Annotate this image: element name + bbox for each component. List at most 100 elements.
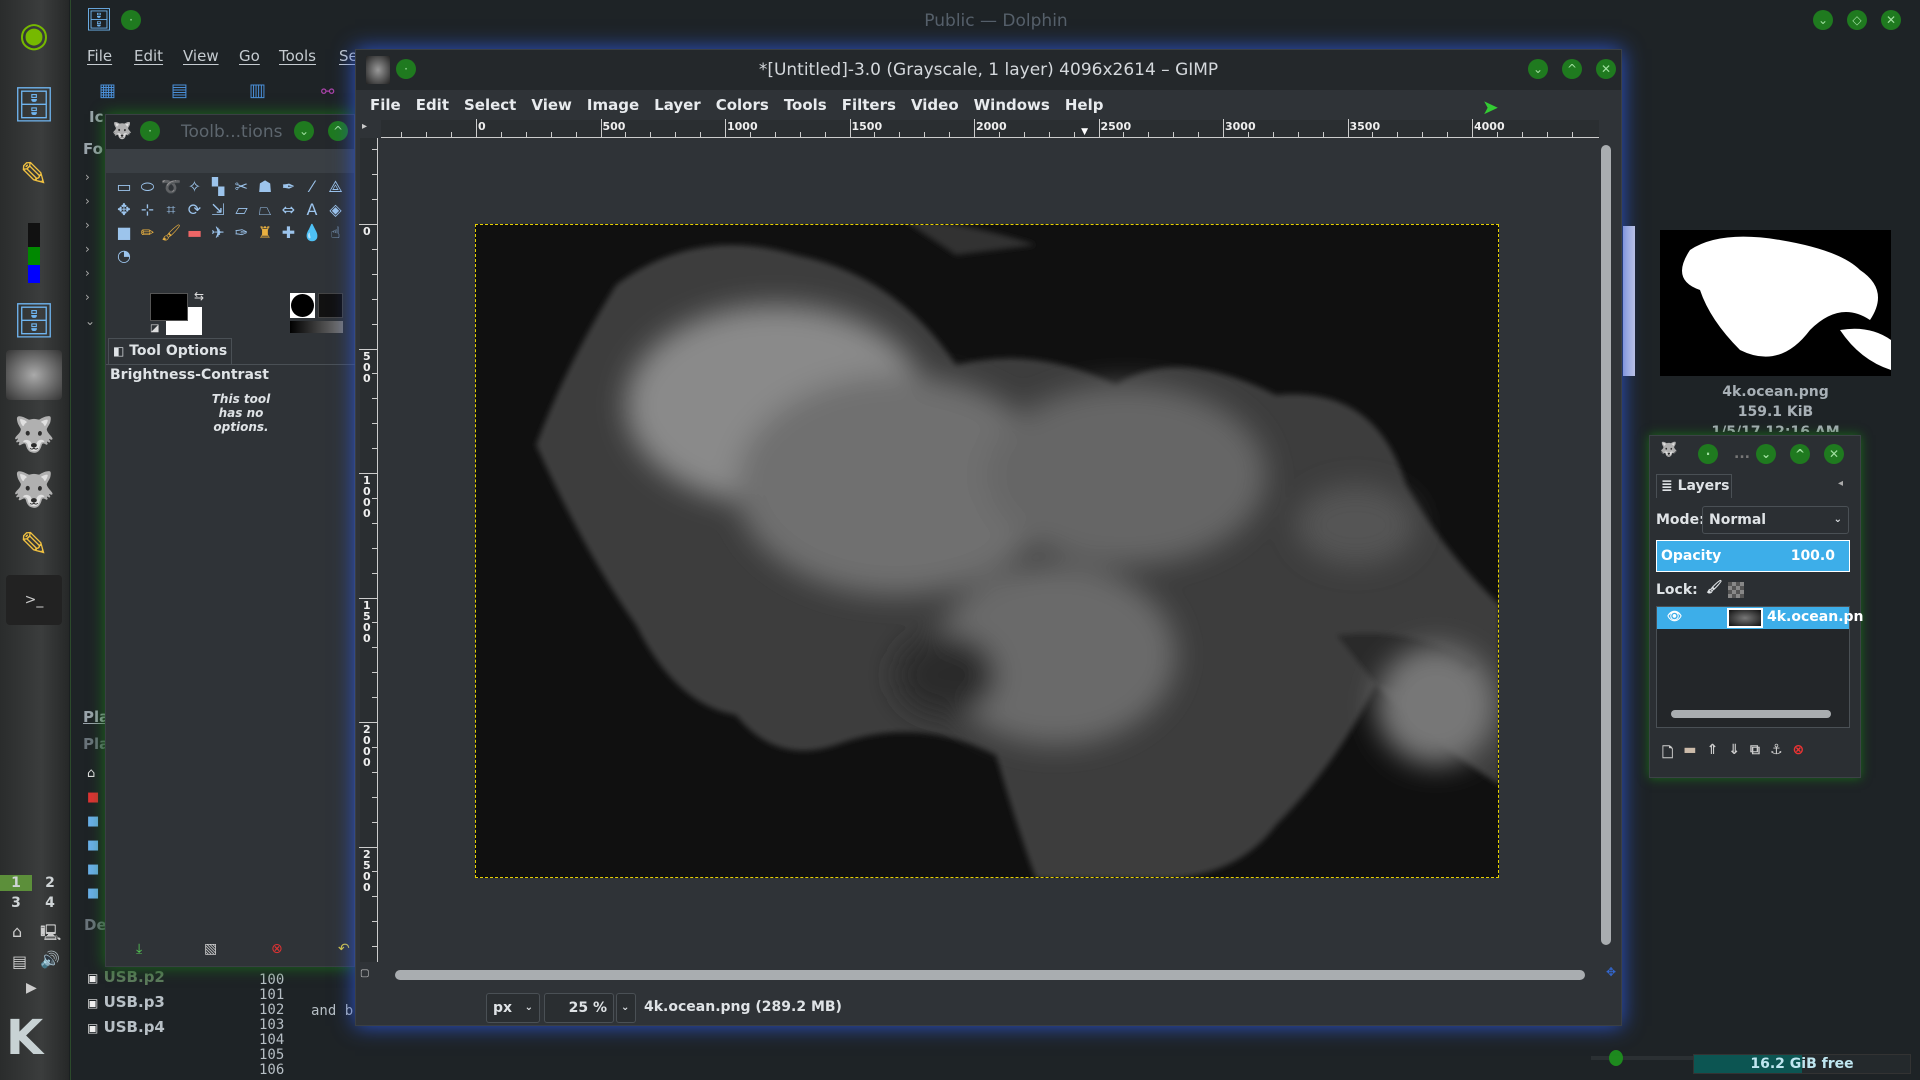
ellipse-select-tool-icon[interactable]: ⬭ bbox=[136, 175, 160, 199]
compact-view-icon[interactable]: ▤ bbox=[171, 80, 188, 101]
navigate-icon[interactable]: ▢ bbox=[360, 968, 369, 979]
shear-tool-icon[interactable]: ▱ bbox=[230, 198, 254, 222]
folder-icon[interactable]: ■ bbox=[87, 862, 99, 877]
delete-tool-preset-icon[interactable]: ⊗ bbox=[271, 941, 283, 957]
default-colors-icon[interactable]: ◪ bbox=[150, 323, 159, 334]
menu-windows[interactable]: Windows bbox=[974, 96, 1050, 114]
file-manager-icon[interactable]: 🗄 bbox=[6, 80, 62, 130]
airbrush-tool-icon[interactable]: ✈ bbox=[206, 221, 230, 245]
menu-select[interactable]: Select bbox=[464, 96, 516, 114]
device-item[interactable]: ▣ USB.p4 bbox=[87, 1015, 165, 1040]
vertical-scrollbar[interactable] bbox=[1601, 145, 1611, 945]
menu-go[interactable]: Go bbox=[239, 47, 260, 65]
foreground-color[interactable] bbox=[150, 293, 188, 321]
visibility-eye-icon[interactable]: 👁 bbox=[1667, 609, 1682, 623]
layer-name[interactable]: 4k.ocean.pn bbox=[1767, 609, 1864, 625]
terminal-icon[interactable]: >_ bbox=[6, 575, 62, 625]
text-editor-icon-2[interactable]: ✎ bbox=[6, 520, 62, 570]
menu-video[interactable]: Video bbox=[911, 96, 959, 114]
perspective-tool-icon[interactable]: ⏢ bbox=[253, 198, 277, 222]
eraser-tool-icon[interactable]: ▬ bbox=[183, 221, 207, 245]
menu-image[interactable]: Image bbox=[587, 96, 639, 114]
expand-tray-icon[interactable]: ▶ bbox=[26, 980, 37, 996]
gradient-tool-icon[interactable]: ■ bbox=[112, 221, 136, 245]
save-tool-preset-icon[interactable]: ⤓ bbox=[136, 941, 142, 957]
menu-colors[interactable]: Colors bbox=[716, 96, 769, 114]
menu-tools[interactable]: Tools bbox=[279, 47, 316, 65]
menu-filters[interactable]: Filters bbox=[842, 96, 896, 114]
swap-colors-icon[interactable]: ⇆ bbox=[194, 289, 204, 303]
maximize-button[interactable]: ^ bbox=[1790, 444, 1810, 464]
tab-layers[interactable]: ≣ Layers bbox=[1656, 474, 1732, 498]
new-layer-group-icon[interactable]: ▬ bbox=[1683, 742, 1696, 766]
image-canvas[interactable] bbox=[380, 138, 1598, 962]
maximize-button[interactable]: ^ bbox=[328, 121, 348, 141]
close-button[interactable]: ✕ bbox=[1824, 444, 1844, 464]
layers-hscrollbar[interactable] bbox=[1671, 710, 1831, 718]
zoom-input[interactable]: 25 % bbox=[544, 993, 614, 1023]
system-monitor-icon[interactable] bbox=[6, 220, 62, 286]
nvidia-icon[interactable]: ◉ bbox=[6, 10, 62, 60]
minimize-button[interactable]: ⌄ bbox=[294, 121, 314, 141]
close-button[interactable]: ✕ bbox=[1596, 59, 1616, 79]
rotate-tool-icon[interactable]: ⟳ bbox=[183, 198, 207, 222]
quick-mask-toggle[interactable]: ▸ bbox=[362, 121, 367, 132]
lock-alpha-icon[interactable] bbox=[1728, 582, 1744, 598]
folder-icon[interactable]: ■ bbox=[87, 814, 99, 829]
minimize-button[interactable]: ⌄ bbox=[1813, 10, 1833, 30]
pin-button[interactable]: · bbox=[396, 59, 416, 79]
find-icon[interactable]: ⚯ bbox=[321, 82, 334, 101]
trash-folder-icon[interactable]: ■ bbox=[87, 790, 99, 805]
menu-layer[interactable]: Layer bbox=[654, 96, 701, 114]
pin-button[interactable]: · bbox=[140, 121, 160, 141]
maximize-button[interactable]: ^ bbox=[1562, 59, 1582, 79]
smudge-tool-icon[interactable]: ☝ bbox=[324, 221, 348, 245]
crop-tool-icon[interactable]: ⌗ bbox=[159, 198, 183, 222]
close-button[interactable]: ✕ bbox=[1881, 10, 1901, 30]
dolphin-scrollbar[interactable] bbox=[1623, 226, 1635, 376]
pattern-indicator[interactable] bbox=[318, 293, 343, 318]
text-editor-icon[interactable]: ✎ bbox=[6, 150, 62, 200]
ink-tool-icon[interactable]: ✑ bbox=[230, 221, 254, 245]
foreground-select-tool-icon[interactable]: ☗ bbox=[253, 175, 277, 199]
folder-icon[interactable]: ■ bbox=[87, 838, 99, 853]
details-view-icon[interactable]: ▥ bbox=[249, 80, 266, 101]
color-select-tool-icon[interactable]: ▚ bbox=[206, 175, 230, 199]
usb-tray-icon[interactable]: ⌂ bbox=[12, 922, 22, 941]
navigate-image-icon[interactable]: ✥ bbox=[1606, 965, 1616, 979]
reset-tool-options-icon[interactable]: ↶ bbox=[338, 941, 350, 957]
desktop-1[interactable]: 1 bbox=[0, 875, 32, 891]
zoom-slider[interactable] bbox=[1591, 1050, 1701, 1066]
scissors-tool-icon[interactable]: ✂ bbox=[230, 175, 254, 199]
folder-tree-arrows[interactable]: › › › › › › ⌄ bbox=[85, 165, 95, 333]
blur-tool-icon[interactable]: 💧 bbox=[300, 221, 324, 245]
menu-edit[interactable]: Edit bbox=[416, 96, 449, 114]
home-icon[interactable]: ⌂ bbox=[87, 766, 95, 781]
rect-select-tool-icon[interactable]: ▭ bbox=[112, 175, 136, 199]
dodge-tool-icon[interactable]: ◔ bbox=[112, 244, 136, 268]
device-item[interactable]: ▣ USB.p2 bbox=[87, 965, 165, 990]
fuzzy-select-tool-icon[interactable]: ✧ bbox=[183, 175, 207, 199]
zoom-slider-handle[interactable] bbox=[1609, 1050, 1623, 1066]
anchor-layer-icon[interactable]: ⚓ bbox=[1770, 742, 1783, 766]
gimp-icon[interactable]: 🐺 bbox=[6, 410, 62, 460]
new-layer-icon[interactable]: 🗋 bbox=[1662, 742, 1673, 766]
restore-tool-preset-icon[interactable]: ▧ bbox=[204, 941, 217, 957]
opacity-slider[interactable]: Opacity 100.0 bbox=[1656, 540, 1850, 572]
minimize-button[interactable]: ⌄ bbox=[1756, 444, 1776, 464]
lower-layer-icon[interactable]: ⇓ bbox=[1728, 742, 1740, 766]
image-thumbnail-icon[interactable] bbox=[6, 350, 62, 400]
horizontal-scrollbar[interactable] bbox=[395, 970, 1585, 980]
unit-select[interactable]: px ⌄ bbox=[486, 993, 540, 1023]
clone-tool-icon[interactable]: ♜ bbox=[253, 221, 277, 245]
icons-view-icon[interactable]: ▦ bbox=[99, 80, 116, 101]
tab-tool-options[interactable]: ◧ Tool Options bbox=[108, 338, 232, 364]
menu-tools[interactable]: Tools bbox=[784, 96, 827, 114]
clipboard-tray-icon[interactable]: ▤ bbox=[12, 952, 27, 971]
minimize-button[interactable]: ⌄ bbox=[1528, 59, 1548, 79]
measure-tool-icon[interactable]: ⟁ bbox=[324, 175, 348, 199]
layer-row[interactable]: 👁 4k.ocean.pn bbox=[1657, 607, 1864, 629]
heal-tool-icon[interactable]: ✚ bbox=[277, 221, 301, 245]
delete-layer-icon[interactable]: ⊗ bbox=[1793, 742, 1805, 766]
color-picker-tool-icon[interactable]: ⁄ bbox=[300, 175, 324, 199]
